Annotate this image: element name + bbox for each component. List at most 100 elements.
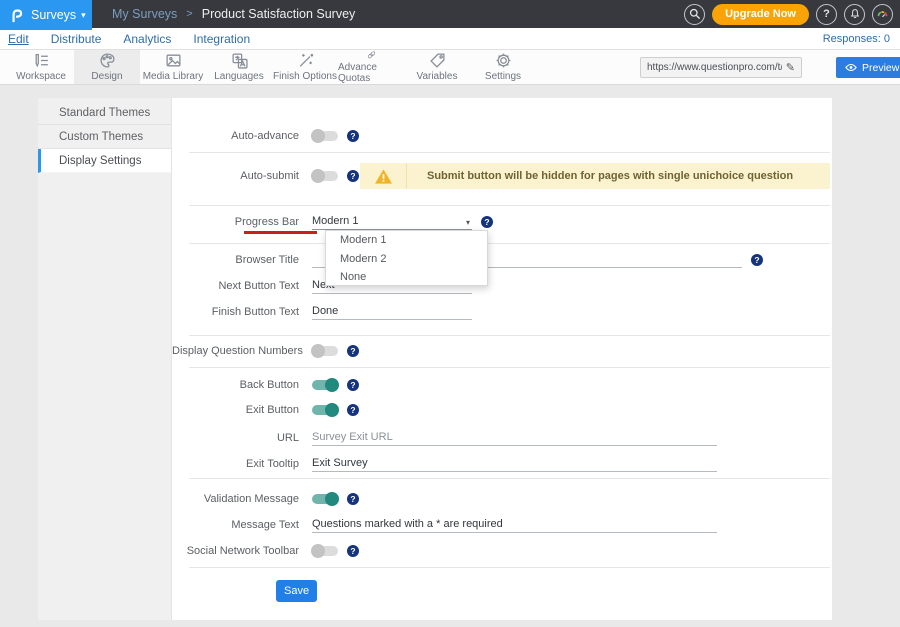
tab-distribute[interactable]: Distribute	[51, 32, 102, 46]
edit-url-icon[interactable]: ✎	[786, 61, 795, 74]
toolbar-item-media-library[interactable]: Media Library	[140, 50, 206, 84]
display-question-numbers-label: Display Question Numbers	[172, 345, 312, 357]
browser-title-help-icon[interactable]: ?	[751, 254, 763, 266]
validation-message-row: Validation Message ?	[172, 491, 359, 507]
eye-icon	[845, 63, 857, 72]
tab-edit[interactable]: Edit	[8, 32, 29, 46]
gear-icon	[495, 52, 512, 69]
sidebar-item-display-settings[interactable]: Display Settings	[38, 149, 171, 173]
image-icon	[165, 52, 182, 69]
browser-title-label: Browser Title	[172, 254, 312, 266]
upgrade-now-button[interactable]: Upgrade Now	[712, 4, 809, 25]
progress-bar-help-icon[interactable]: ?	[481, 216, 493, 228]
row-divider	[189, 152, 830, 153]
social-network-toolbar-toggle[interactable]	[312, 546, 338, 556]
toggle-knob	[311, 344, 325, 358]
sidebar-item-custom-themes[interactable]: Custom Themes	[38, 125, 171, 149]
exit-tooltip-input[interactable]: Exit Survey	[312, 455, 717, 472]
breadcrumb-survey-title: Product Satisfaction Survey	[202, 7, 356, 21]
toolbar-item-settings[interactable]: Settings	[470, 50, 536, 84]
sidebar-item-label: Custom Themes	[59, 131, 143, 143]
row-divider	[189, 243, 830, 244]
toolbar-item-label: Workspace	[16, 71, 66, 82]
exit-button-help-icon[interactable]: ?	[347, 404, 359, 416]
display-question-numbers-row: Display Question Numbers ?	[172, 343, 359, 359]
survey-url-field[interactable]: https://www.questionpro.com/t/AW22Zh44 ✎	[640, 57, 802, 78]
social-network-toolbar-row: Social Network Toolbar ?	[172, 543, 359, 559]
auto-submit-warning-banner: Submit button will be hidden for pages w…	[360, 163, 830, 189]
edit-toolbar: Workspace Design Media Library Languages…	[0, 50, 900, 85]
sidebar-item-standard-themes[interactable]: Standard Themes	[38, 101, 171, 125]
validation-message-toggle[interactable]	[312, 494, 338, 504]
toggle-knob	[311, 129, 325, 143]
exit-button-toggle[interactable]	[312, 405, 338, 415]
display-question-numbers-toggle[interactable]	[312, 346, 338, 356]
exit-url-label: URL	[172, 432, 312, 444]
toggle-knob	[311, 544, 325, 558]
display-question-numbers-help-icon[interactable]: ?	[347, 345, 359, 357]
auto-submit-toggle[interactable]	[312, 171, 338, 181]
message-text-row: Message Text Questions marked with a * a…	[172, 516, 717, 533]
back-button-help-icon[interactable]: ?	[347, 379, 359, 391]
progress-bar-label: Progress Bar	[172, 216, 312, 228]
social-network-toolbar-help-icon[interactable]: ?	[347, 545, 359, 557]
progress-bar-select[interactable]: Modern 1 ▾	[312, 213, 472, 230]
design-sidebar: Standard Themes Custom Themes Display Se…	[38, 98, 172, 620]
auto-submit-help-icon[interactable]: ?	[347, 170, 359, 182]
back-button-toggle[interactable]	[312, 380, 338, 390]
magic-wand-icon	[297, 52, 314, 69]
questionpro-app: My Surveys > Product Satisfaction Survey…	[0, 0, 900, 627]
design-panel: Standard Themes Custom Themes Display Se…	[38, 98, 832, 620]
palette-icon	[99, 52, 116, 69]
toolbar-item-variables[interactable]: Variables	[404, 50, 470, 84]
sidebar-item-label: Standard Themes	[59, 107, 150, 119]
toggle-knob	[325, 492, 339, 506]
exit-tooltip-row: Exit Tooltip Exit Survey	[172, 455, 717, 472]
finish-button-text-input[interactable]: Done	[312, 303, 472, 320]
preview-button[interactable]: Preview	[836, 57, 900, 78]
validation-message-help-icon[interactable]: ?	[347, 493, 359, 505]
toolbar-item-label: Variables	[417, 71, 458, 82]
display-settings-form: Auto-advance ? Auto-submit ? Submit butt…	[172, 98, 832, 620]
preview-label: Preview	[862, 62, 899, 74]
app-logo-block[interactable]: Surveys ▾	[0, 0, 92, 30]
tab-integration[interactable]: Integration	[193, 32, 250, 46]
back-button-label: Back Button	[172, 379, 312, 391]
tag-icon	[429, 52, 446, 69]
toolbar-item-label: Media Library	[143, 71, 204, 82]
toolbar-item-languages[interactable]: Languages	[206, 50, 272, 84]
responses-count[interactable]: Responses: 0	[823, 33, 900, 45]
toolbar-item-workspace[interactable]: Workspace	[8, 50, 74, 84]
toolbar-item-design[interactable]: Design	[74, 50, 140, 84]
row-divider	[189, 335, 830, 336]
select-caret-icon: ▾	[466, 218, 470, 227]
workspace-icon	[33, 52, 50, 69]
help-button[interactable]: ?	[816, 4, 837, 25]
breadcrumb-separator: >	[186, 8, 192, 20]
social-network-toolbar-label: Social Network Toolbar	[172, 545, 312, 557]
topbar-actions: Upgrade Now ?	[684, 0, 893, 28]
toolbar-item-finish-options[interactable]: Finish Options	[272, 50, 338, 84]
usage-meter-button[interactable]	[872, 4, 893, 25]
annotation-red-underline	[244, 231, 317, 234]
toggle-knob	[311, 169, 325, 183]
toolbar-item-advance-quotas[interactable]: Advance Quotas	[338, 50, 404, 84]
auto-advance-row: Auto-advance ?	[172, 128, 359, 144]
dropdown-option-modern-2[interactable]: Modern 2	[326, 250, 487, 269]
auto-advance-help-icon[interactable]: ?	[347, 130, 359, 142]
notifications-button[interactable]	[844, 4, 865, 25]
dropdown-option-none[interactable]: None	[326, 268, 487, 287]
message-text-input[interactable]: Questions marked with a * are required	[312, 516, 717, 533]
translate-icon	[231, 52, 248, 69]
search-button[interactable]	[684, 4, 705, 25]
next-button-text-label: Next Button Text	[172, 280, 312, 292]
finish-button-text-label: Finish Button Text	[172, 306, 312, 318]
save-button[interactable]: Save	[276, 580, 317, 602]
breadcrumb-my-surveys[interactable]: My Surveys	[112, 7, 177, 21]
exit-url-row: URL Survey Exit URL	[172, 429, 717, 446]
auto-advance-toggle[interactable]	[312, 131, 338, 141]
tab-analytics[interactable]: Analytics	[123, 32, 171, 46]
dropdown-option-modern-1[interactable]: Modern 1	[326, 231, 487, 250]
row-divider	[189, 567, 830, 568]
exit-url-input[interactable]: Survey Exit URL	[312, 429, 717, 446]
